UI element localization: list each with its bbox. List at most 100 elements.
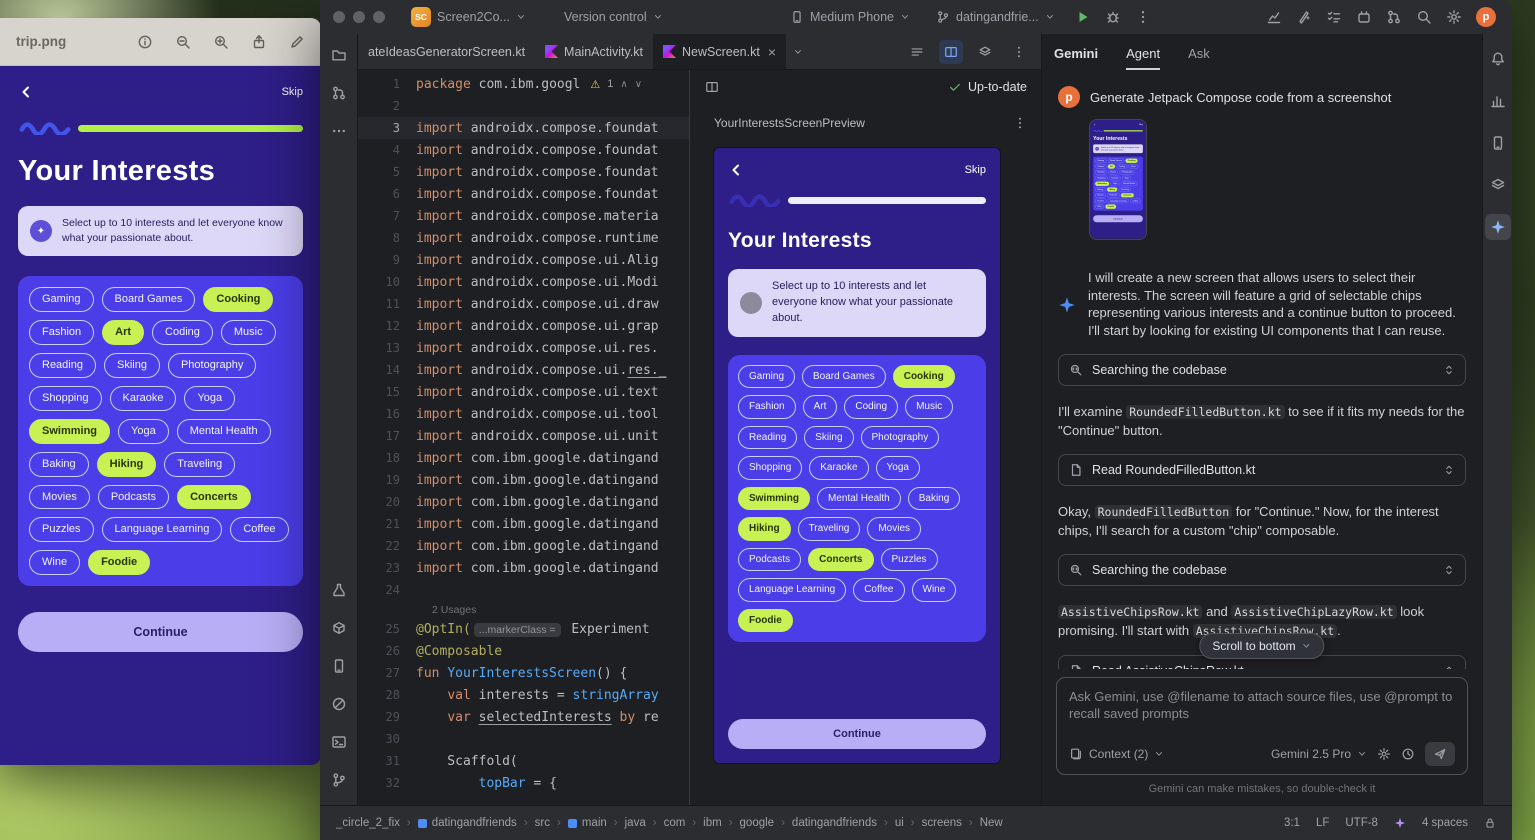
- interest-chip[interactable]: Podcasts: [1107, 193, 1119, 197]
- interest-chip[interactable]: Wine: [912, 578, 957, 602]
- build-tool-button[interactable]: [326, 577, 352, 603]
- plugin-icon[interactable]: [1356, 9, 1372, 25]
- continue-button[interactable]: Continue: [1093, 215, 1143, 222]
- breadcrumb-item[interactable]: datingandfriends: [418, 817, 517, 829]
- gemini-settings-icon[interactable]: [1377, 747, 1391, 761]
- send-button[interactable]: [1425, 742, 1455, 766]
- more-tool-button[interactable]: [326, 118, 352, 144]
- ai-spark-icon[interactable]: [1394, 817, 1406, 829]
- continue-button[interactable]: Continue: [18, 612, 303, 652]
- unfold-icon[interactable]: [1443, 464, 1455, 476]
- interest-chip[interactable]: Traveling: [164, 452, 235, 477]
- ai-assist-icon[interactable]: [1296, 9, 1312, 25]
- interest-chip[interactable]: Coding: [152, 320, 213, 345]
- share-icon[interactable]: [251, 34, 267, 50]
- interest-chip[interactable]: Concerts: [1121, 193, 1134, 197]
- interest-chip[interactable]: Gaming: [738, 365, 795, 389]
- continue-button[interactable]: Continue: [728, 719, 986, 749]
- pull-request-icon[interactable]: [1386, 9, 1402, 25]
- gemini-chat[interactable]: p Generate Jetpack Compose code from a s…: [1042, 70, 1482, 669]
- scroll-to-bottom-button[interactable]: Scroll to bottom: [1199, 633, 1324, 659]
- interest-chip[interactable]: Baking: [1095, 187, 1105, 191]
- code-line[interactable]: 13import androidx.compose.ui.res.: [358, 337, 689, 359]
- interest-chip[interactable]: Art: [803, 395, 838, 419]
- interest-chip[interactable]: Karaoke: [110, 386, 177, 411]
- code-line[interactable]: 24: [358, 579, 689, 601]
- editor-tab[interactable]: ateIdeasGeneratorScreen.kt: [358, 34, 535, 69]
- interest-chip[interactable]: Foodie: [738, 609, 793, 633]
- breadcrumb-item[interactable]: screens: [922, 817, 962, 829]
- interest-chip[interactable]: Wine: [29, 550, 80, 575]
- interest-chip[interactable]: Movies: [29, 485, 90, 510]
- code-line[interactable]: 11import androidx.compose.ui.draw: [358, 293, 689, 315]
- code-line[interactable]: 23import com.ibm.google.datingand: [358, 557, 689, 579]
- attached-screenshot-thumbnail[interactable]: SkipYour Interests✦Select up to 10 inter…: [1090, 120, 1146, 239]
- terminal-tool-button[interactable]: [326, 729, 352, 755]
- back-icon[interactable]: [18, 84, 34, 100]
- interest-chip[interactable]: Fashion: [1095, 164, 1106, 168]
- breadcrumb-item[interactable]: java: [625, 817, 646, 829]
- code-line[interactable]: 25@OptIn(...markerClass = Experiment: [358, 618, 689, 640]
- interest-chip[interactable]: Concerts: [177, 485, 251, 510]
- editor-tab[interactable]: MainActivity.kt: [535, 34, 653, 69]
- tool-call-card[interactable]: Searching the codebase: [1058, 354, 1466, 386]
- split-editor-icon[interactable]: [939, 40, 963, 64]
- interest-chip[interactable]: Karaoke: [809, 456, 868, 480]
- interest-chip[interactable]: Gaming: [29, 287, 94, 312]
- zoom-button[interactable]: [373, 11, 385, 23]
- interest-chip[interactable]: Puzzles: [881, 548, 938, 572]
- interest-chip[interactable]: Traveling: [1119, 187, 1131, 191]
- branch-selector[interactable]: datingandfrie...: [930, 7, 1061, 27]
- edit-icon[interactable]: [289, 34, 305, 50]
- interest-chip[interactable]: Fashion: [29, 320, 94, 345]
- unfold-icon[interactable]: [1443, 364, 1455, 376]
- interest-chip[interactable]: Karaoke: [1109, 176, 1121, 180]
- close-tab-icon[interactable]: ×: [768, 44, 776, 60]
- running-devices-tool-button[interactable]: [1485, 172, 1511, 198]
- interest-chip[interactable]: Language Learning: [738, 578, 846, 602]
- interest-chip[interactable]: Swimming: [1095, 182, 1109, 186]
- code-line[interactable]: 17import androidx.compose.ui.unit: [358, 425, 689, 447]
- interest-chip[interactable]: Reading: [738, 426, 797, 450]
- interest-chip[interactable]: Yoga: [1111, 182, 1120, 186]
- minimize-button[interactable]: [353, 11, 365, 23]
- breadcrumb-item[interactable]: _circle_2_fix: [336, 817, 400, 829]
- code-line[interactable]: 3import androidx.compose.foundat: [358, 117, 689, 139]
- interest-chip[interactable]: Reading: [29, 353, 96, 378]
- interest-chip[interactable]: Coding: [1117, 164, 1128, 168]
- inspection-widget[interactable]: ⚠1∧∨: [590, 78, 642, 91]
- vcs-widget[interactable]: Version control: [558, 7, 669, 27]
- preview-split-icon[interactable]: [700, 75, 724, 99]
- code-line[interactable]: 29 var selectedInterests by re: [358, 706, 689, 728]
- unfold-icon[interactable]: [1443, 665, 1455, 669]
- breadcrumb-item[interactable]: New: [980, 817, 1003, 829]
- interest-chip[interactable]: Yoga: [184, 386, 235, 411]
- history-icon[interactable]: [1401, 747, 1415, 761]
- code-line[interactable]: 2: [358, 95, 689, 117]
- interest-chip[interactable]: Mental Health: [1121, 182, 1137, 186]
- interest-chip[interactable]: Yoga: [876, 456, 920, 480]
- code-line[interactable]: 9import androidx.compose.ui.Alig: [358, 249, 689, 271]
- indent-setting[interactable]: 4 spaces: [1422, 817, 1468, 829]
- gemini-spark-tool-button[interactable]: [1485, 214, 1511, 240]
- interest-chip[interactable]: Cooking: [203, 287, 273, 312]
- profiler-icon[interactable]: [1266, 9, 1282, 25]
- gemini-tab-agent[interactable]: Agent: [1126, 46, 1160, 70]
- tool-call-card[interactable]: Read RoundedFilledButton.kt: [1058, 454, 1466, 486]
- version-control-tool-button[interactable]: [326, 767, 352, 793]
- info-icon[interactable]: [137, 34, 153, 50]
- zoom-out-icon[interactable]: [175, 34, 191, 50]
- preview-more-icon[interactable]: [1013, 116, 1027, 130]
- resource-manager-tool-button[interactable]: [326, 615, 352, 641]
- interest-chip[interactable]: Board Games: [802, 365, 886, 389]
- interest-chip[interactable]: Foodie: [1105, 204, 1116, 208]
- interest-chip[interactable]: Music: [221, 320, 276, 345]
- code-line[interactable]: 4import androidx.compose.foundat: [358, 139, 689, 161]
- interest-chip[interactable]: Coffee: [853, 578, 904, 602]
- interest-chip[interactable]: Cooking: [1125, 159, 1137, 163]
- interest-chip[interactable]: Shopping: [29, 386, 102, 411]
- breadcrumb-item[interactable]: main: [568, 817, 607, 829]
- usages-inlay-hint[interactable]: 2 Usages: [358, 601, 689, 618]
- interest-chip[interactable]: Swimming: [29, 419, 110, 444]
- skip-button[interactable]: Skip: [282, 86, 303, 98]
